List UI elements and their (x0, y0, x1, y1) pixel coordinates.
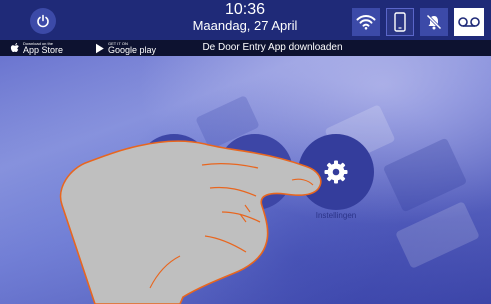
google-play-badge[interactable]: GET IT ON Google play (95, 41, 156, 55)
status-bar: 10:36 Maandag, 27 April (0, 0, 491, 40)
background-shape (382, 137, 468, 213)
appstore-badge[interactable]: Download on the App Store (10, 41, 63, 55)
messages-button[interactable] (217, 134, 293, 210)
google-play-big-text: Google play (108, 44, 157, 55)
gear-icon (324, 160, 348, 184)
background-shape (395, 201, 480, 269)
appstore-big-text: App Store (23, 44, 64, 55)
play-store-icon (96, 43, 104, 53)
voicemail-icon (458, 17, 480, 27)
clock-time: 10:36 (224, 1, 266, 18)
wifi-icon (356, 15, 376, 30)
mute-icon (426, 14, 442, 30)
power-icon (37, 14, 49, 28)
mute-status[interactable] (420, 8, 448, 36)
app-download-text[interactable]: De Door Entry App downloaden (180, 42, 365, 54)
power-button[interactable] (30, 8, 56, 34)
menu-button-left[interactable] (136, 134, 212, 210)
voicemail-status[interactable] (454, 8, 484, 36)
clock-date: Maandag, 27 April (192, 18, 298, 33)
phone-icon (394, 12, 406, 32)
apple-icon (10, 43, 19, 52)
phone-status[interactable] (386, 8, 414, 36)
wifi-status[interactable] (352, 8, 380, 36)
envelope-icon (240, 161, 270, 183)
app-download-bar: Download on the App Store GET IT ON Goog… (0, 40, 491, 56)
screen: 10:36 Maandag, 27 April Download on the … (0, 0, 491, 304)
settings-button[interactable] (298, 134, 374, 210)
settings-label: Instellingen (315, 211, 357, 220)
